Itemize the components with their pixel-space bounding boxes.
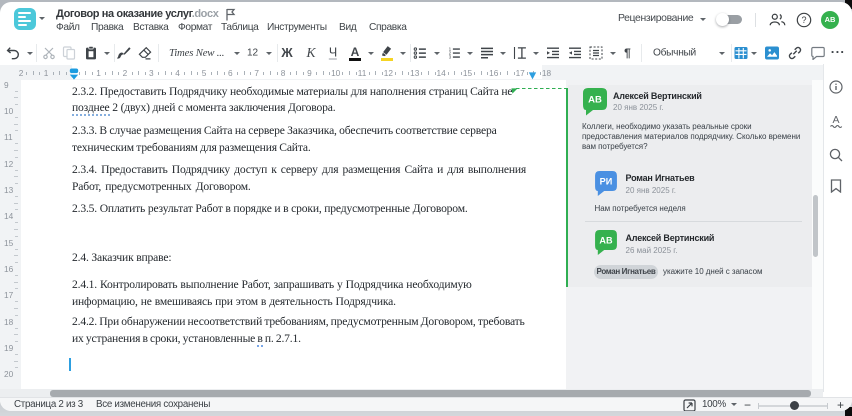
svg-text:АВ: АВ (588, 95, 602, 106)
svg-text:АВ: АВ (599, 235, 613, 245)
svg-text:РИ: РИ (599, 176, 612, 186)
svg-text:А: А (832, 114, 839, 126)
svg-text:?: ? (801, 15, 806, 25)
svg-text:3: 3 (448, 55, 451, 59)
